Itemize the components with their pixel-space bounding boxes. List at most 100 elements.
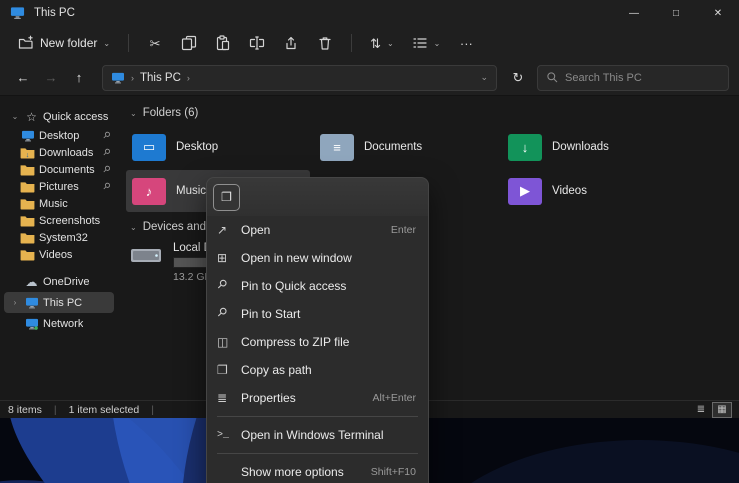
chevron-down-icon: ⌄ bbox=[103, 39, 110, 48]
breadcrumb-segment-this-pc[interactable]: This PC bbox=[140, 72, 181, 84]
desktop-folder-icon: ▭ bbox=[132, 134, 166, 161]
share-button[interactable] bbox=[275, 29, 307, 57]
sidebar-item-onedrive[interactable]: ☁ OneDrive bbox=[4, 271, 114, 292]
new-folder-icon bbox=[18, 35, 34, 51]
breadcrumb[interactable]: › This PC › ⌄ bbox=[102, 65, 497, 91]
cloud-icon: ☁ bbox=[24, 274, 39, 289]
view-toggles: ≣ ▦ bbox=[692, 403, 731, 417]
open-icon: ↗ bbox=[217, 223, 241, 237]
sidebar-item-documents[interactable]: Documents ⚲ bbox=[4, 161, 114, 178]
pin-icon: ⚲ bbox=[214, 276, 234, 296]
toolbar-separator bbox=[351, 34, 352, 52]
hard-drive-icon bbox=[130, 244, 164, 268]
network-icon bbox=[24, 316, 39, 331]
videos-folder-icon: ▶ bbox=[508, 178, 542, 205]
menu-item-compress-to-zip[interactable]: ◫ Compress to ZIP file bbox=[207, 328, 428, 356]
expander-chevron-icon[interactable]: › bbox=[10, 298, 20, 307]
this-pc-app-icon bbox=[10, 6, 26, 20]
share-icon bbox=[283, 35, 299, 51]
menu-item-show-more-options[interactable]: Show more options Shift+F10 bbox=[207, 458, 428, 483]
downloads-folder-icon: ↓ bbox=[508, 134, 542, 161]
pin-icon: ⚲ bbox=[100, 163, 112, 175]
back-button[interactable]: ← bbox=[10, 65, 36, 91]
toolbar-separator bbox=[128, 34, 129, 52]
sidebar-item-videos[interactable]: Videos bbox=[4, 246, 114, 263]
copy-button[interactable] bbox=[173, 29, 205, 57]
delete-button[interactable] bbox=[309, 29, 341, 57]
chevron-right-icon: › bbox=[131, 73, 134, 83]
forward-button[interactable]: → bbox=[38, 65, 64, 91]
menu-item-pin-to-start[interactable]: ⚲ Pin to Start bbox=[207, 300, 428, 328]
folder-tile-videos[interactable]: ▶ Videos bbox=[502, 170, 686, 212]
folder-icon bbox=[20, 213, 35, 228]
rename-icon bbox=[249, 35, 265, 51]
sort-button[interactable]: ⇅ ⌄ bbox=[362, 29, 402, 57]
item-count: 8 items bbox=[8, 404, 42, 416]
menu-item-open-in-new-window[interactable]: ⊞ Open in new window bbox=[207, 244, 428, 272]
menu-item-open[interactable]: ↗ Open Enter bbox=[207, 216, 428, 244]
music-folder-icon: ♪ bbox=[132, 178, 166, 205]
folder-tile-documents[interactable]: ≡ Documents bbox=[314, 126, 498, 168]
paste-button[interactable] bbox=[207, 29, 239, 57]
copy-icon bbox=[181, 35, 197, 51]
sidebar-item-pictures[interactable]: Pictures ⚲ bbox=[4, 178, 114, 195]
more-options-button[interactable]: ··· bbox=[450, 29, 482, 57]
sort-icon: ⇅ bbox=[370, 37, 381, 50]
expander-chevron-icon[interactable]: ⌄ bbox=[10, 112, 20, 121]
maximize-button[interactable]: □ bbox=[655, 0, 697, 26]
copy-path-icon: ❐ bbox=[217, 363, 241, 377]
sidebar-item-desktop[interactable]: Desktop ⚲ bbox=[4, 127, 114, 144]
monitor-icon bbox=[24, 295, 39, 310]
folder-tile-desktop[interactable]: ▭ Desktop bbox=[126, 126, 310, 168]
context-menu-quick-actions: ❐ bbox=[207, 178, 428, 216]
this-pc-location-icon bbox=[111, 72, 125, 84]
rename-button[interactable] bbox=[241, 29, 273, 57]
sidebar-item-downloads[interactable]: ↓ Downloads ⚲ bbox=[4, 144, 114, 161]
address-dropdown-icon[interactable]: ⌄ bbox=[480, 72, 488, 83]
menu-separator bbox=[217, 453, 418, 454]
properties-icon: ≣ bbox=[217, 391, 241, 405]
copy-icon[interactable]: ❐ bbox=[213, 184, 240, 211]
folder-icon bbox=[20, 247, 35, 262]
menu-item-pin-to-quick-access[interactable]: ⚲ Pin to Quick access bbox=[207, 272, 428, 300]
folders-section-header[interactable]: ⌄ Folders (6) bbox=[124, 104, 739, 122]
close-button[interactable]: ✕ bbox=[697, 0, 739, 26]
folder-tile-downloads[interactable]: ↓ Downloads bbox=[502, 126, 686, 168]
chevron-down-icon: ⌄ bbox=[130, 109, 137, 118]
window-title: This PC bbox=[34, 7, 75, 19]
folder-icon bbox=[20, 162, 35, 177]
minimize-button[interactable]: — bbox=[613, 0, 655, 26]
cut-button[interactable]: ✂ bbox=[139, 29, 171, 57]
sidebar-item-system32[interactable]: System32 bbox=[4, 229, 114, 246]
menu-item-open-in-windows-terminal[interactable]: >_ Open in Windows Terminal bbox=[207, 421, 428, 449]
cut-icon: ✂ bbox=[150, 37, 161, 50]
sidebar-item-network[interactable]: Network bbox=[4, 313, 114, 334]
pin-icon: ⚲ bbox=[214, 304, 234, 324]
search-icon bbox=[546, 71, 559, 84]
search-input[interactable] bbox=[565, 72, 720, 84]
chevron-down-icon: ⌄ bbox=[434, 39, 441, 48]
sidebar-item-screenshots[interactable]: Screenshots bbox=[4, 212, 114, 229]
view-icon bbox=[412, 35, 428, 51]
zip-icon: ◫ bbox=[217, 335, 241, 349]
thumbnails-view-icon[interactable]: ▦ bbox=[713, 403, 731, 417]
sidebar-item-music[interactable]: Music bbox=[4, 195, 114, 212]
menu-item-properties[interactable]: ≣ Properties Alt+Enter bbox=[207, 384, 428, 412]
terminal-icon: >_ bbox=[217, 430, 241, 441]
pin-icon: ⚲ bbox=[100, 146, 112, 158]
view-button[interactable]: ⌄ bbox=[404, 29, 449, 57]
details-view-icon[interactable]: ≣ bbox=[692, 403, 710, 417]
refresh-button[interactable]: ↻ bbox=[505, 65, 531, 91]
menu-item-copy-as-path[interactable]: ❐ Copy as path bbox=[207, 356, 428, 384]
window-controls: — □ ✕ bbox=[613, 0, 739, 26]
sidebar-item-this-pc[interactable]: › This PC bbox=[4, 292, 114, 313]
delete-icon bbox=[317, 35, 333, 51]
up-button[interactable]: ↑ bbox=[66, 65, 92, 91]
context-menu: ❐ ↗ Open Enter ⊞ Open in new window ⚲ Pi… bbox=[206, 177, 429, 483]
new-folder-button[interactable]: New folder ⌄ bbox=[10, 29, 118, 57]
chevron-right-icon[interactable]: › bbox=[187, 73, 190, 83]
sidebar-item-quick-access[interactable]: ⌄ ☆ Quick access bbox=[4, 106, 114, 127]
titlebar: This PC — □ ✕ bbox=[0, 0, 739, 26]
search-box[interactable] bbox=[537, 65, 729, 91]
star-icon: ☆ bbox=[24, 109, 39, 124]
